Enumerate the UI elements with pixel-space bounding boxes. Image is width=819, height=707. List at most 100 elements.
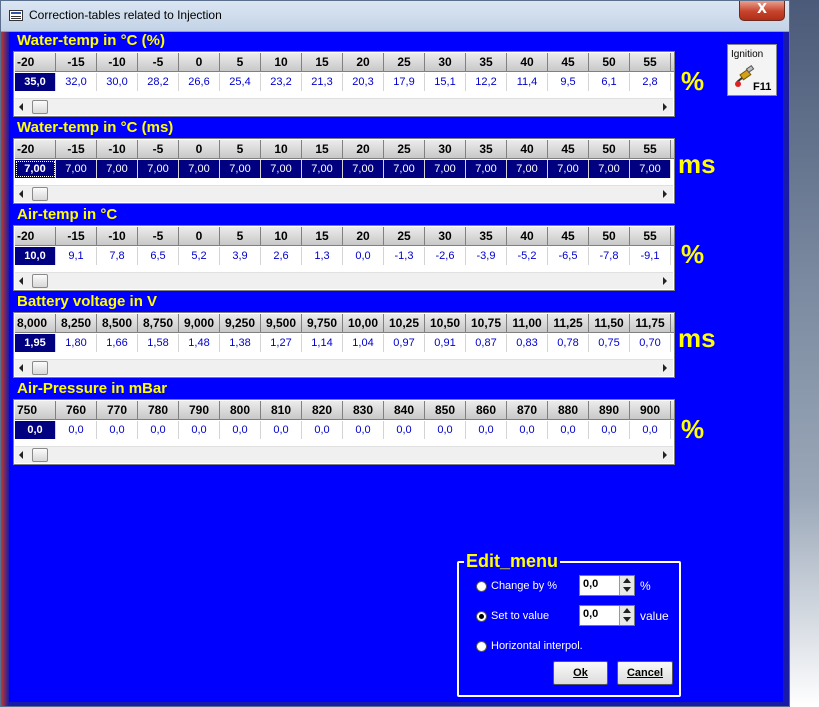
close-button[interactable]: X	[739, 1, 785, 21]
correction-table-grid[interactable]: -20 -15 -10 -5 0 5 10 15 20 25 30 35 40 45 50 55 10,0 9,1…	[13, 225, 675, 291]
table-cell[interactable]: 7,00	[630, 160, 671, 178]
radio-set-to-value[interactable]	[476, 611, 487, 622]
table-cell[interactable]: 0,0	[507, 421, 548, 439]
table-cell[interactable]: 3,9	[220, 247, 261, 265]
horizontal-scrollbar[interactable]	[15, 446, 673, 463]
scroll-right-icon[interactable]	[663, 277, 667, 285]
table-cell[interactable]: 21,3	[302, 73, 343, 91]
table-cell[interactable]: 0,0	[220, 421, 261, 439]
scroll-thumb[interactable]	[32, 274, 48, 288]
table-cell[interactable]: -9,1	[630, 247, 671, 265]
table-cell[interactable]: 5,2	[179, 247, 220, 265]
correction-table-grid[interactable]: 750 760 770 780 790 800 810 820 830 840 850 860 870 8…	[13, 399, 675, 465]
table-cell[interactable]: 7,00	[220, 160, 261, 178]
horizontal-scrollbar[interactable]	[15, 185, 673, 202]
scroll-right-icon[interactable]	[663, 103, 667, 111]
correction-table-grid[interactable]: -20 -15 -10 -5 0 5 10 15 20 25 30 35 40 45 50 55 35,0 32,…	[13, 51, 675, 117]
table-cell[interactable]: 7,00	[179, 160, 220, 178]
table-cell[interactable]: 0,97	[384, 334, 425, 352]
table-cell[interactable]: 7,00	[384, 160, 425, 178]
table-cell[interactable]: 9,1	[56, 247, 97, 265]
scroll-right-icon[interactable]	[663, 451, 667, 459]
change-by-percent-spinner[interactable]: 0,0	[579, 575, 635, 596]
table-cell[interactable]: 1,27	[261, 334, 302, 352]
table-cell[interactable]: 20,3	[343, 73, 384, 91]
table-cell[interactable]: 23,2	[261, 73, 302, 91]
table-cell[interactable]: 7,00	[507, 160, 548, 178]
table-cell[interactable]: 7,00	[56, 160, 97, 178]
scroll-thumb[interactable]	[32, 100, 48, 114]
table-cell[interactable]: 0,0	[384, 421, 425, 439]
table-cell[interactable]: -5,2	[507, 247, 548, 265]
horizontal-scrollbar[interactable]	[15, 98, 673, 115]
table-cell[interactable]: 0,0	[343, 247, 384, 265]
table-cell[interactable]: 0,0	[261, 421, 302, 439]
table-cell[interactable]: 0,70	[630, 334, 671, 352]
table-cell[interactable]: 11,4	[507, 73, 548, 91]
table-cell[interactable]: 0,0	[425, 421, 466, 439]
table-cell[interactable]: 2,6	[261, 247, 302, 265]
table-cell[interactable]: 15,1	[425, 73, 466, 91]
horizontal-scrollbar[interactable]	[15, 272, 673, 289]
table-cell[interactable]: 0,87	[466, 334, 507, 352]
table-cell[interactable]: 1,95	[15, 334, 56, 352]
table-cell[interactable]: 9,5	[548, 73, 589, 91]
table-cell[interactable]: 1,48	[179, 334, 220, 352]
spinner-buttons[interactable]	[619, 606, 634, 625]
table-cell[interactable]: -6,5	[548, 247, 589, 265]
table-cell[interactable]: 6,1	[589, 73, 630, 91]
table-cell[interactable]: 0,0	[56, 421, 97, 439]
spinner-buttons[interactable]	[619, 576, 634, 595]
table-cell[interactable]: 0,0	[179, 421, 220, 439]
table-cell[interactable]: 32,0	[56, 73, 97, 91]
scroll-thumb[interactable]	[32, 187, 48, 201]
table-cell[interactable]: 1,04	[343, 334, 384, 352]
table-cell[interactable]: 7,00	[589, 160, 630, 178]
table-cell[interactable]: 7,00	[138, 160, 179, 178]
table-cell[interactable]: 25,4	[220, 73, 261, 91]
table-cell[interactable]: 7,00	[302, 160, 343, 178]
table-cell[interactable]: 12,2	[466, 73, 507, 91]
table-cell[interactable]: 6,5	[138, 247, 179, 265]
table-cell[interactable]: 35,0	[15, 73, 56, 91]
ignition-button[interactable]: Ignition F11	[727, 44, 777, 96]
table-cell[interactable]: 7,00	[15, 160, 56, 178]
table-cell[interactable]: 1,58	[138, 334, 179, 352]
table-cell[interactable]: 7,00	[97, 160, 138, 178]
table-cell[interactable]: 7,8	[97, 247, 138, 265]
table-cell[interactable]: 1,38	[220, 334, 261, 352]
radio-horizontal-interpol[interactable]	[476, 641, 487, 652]
table-cell[interactable]: -3,9	[466, 247, 507, 265]
correction-table-grid[interactable]: 8,000 8,250 8,500 8,750 9,000 9,250 9,500 9,750…	[13, 312, 675, 378]
table-cell[interactable]: 1,80	[56, 334, 97, 352]
table-cell[interactable]: 28,2	[138, 73, 179, 91]
table-cell[interactable]: -2,6	[425, 247, 466, 265]
table-cell[interactable]: 0,0	[302, 421, 343, 439]
table-cell[interactable]: 7,00	[466, 160, 507, 178]
table-cell[interactable]: 1,14	[302, 334, 343, 352]
table-cell[interactable]: 0,0	[97, 421, 138, 439]
table-cell[interactable]: 26,6	[179, 73, 220, 91]
table-cell[interactable]: 1,3	[302, 247, 343, 265]
table-cell[interactable]: 1,66	[97, 334, 138, 352]
scroll-right-icon[interactable]	[663, 364, 667, 372]
table-cell[interactable]: 7,00	[548, 160, 589, 178]
table-cell[interactable]: 0,0	[630, 421, 671, 439]
set-to-value-spinner[interactable]: 0,0	[579, 605, 635, 626]
table-cell[interactable]: -7,8	[589, 247, 630, 265]
table-cell[interactable]: 10,0	[15, 247, 56, 265]
correction-table-grid[interactable]: -20 -15 -10 -5 0 5 10 15 20 25 30 35 40 45 50 55 7,00 7,0…	[13, 138, 675, 204]
table-cell[interactable]: 0,0	[466, 421, 507, 439]
scroll-left-icon[interactable]	[19, 103, 23, 111]
table-cell[interactable]: 0,0	[15, 421, 56, 439]
table-cell[interactable]: 0,0	[548, 421, 589, 439]
table-cell[interactable]: 7,00	[343, 160, 384, 178]
scroll-thumb[interactable]	[32, 361, 48, 375]
table-cell[interactable]: 0,0	[138, 421, 179, 439]
scroll-left-icon[interactable]	[19, 451, 23, 459]
scroll-left-icon[interactable]	[19, 277, 23, 285]
scroll-left-icon[interactable]	[19, 364, 23, 372]
table-cell[interactable]: 7,00	[425, 160, 466, 178]
table-cell[interactable]: 2,8	[630, 73, 671, 91]
ok-button[interactable]: Ok	[553, 661, 608, 685]
